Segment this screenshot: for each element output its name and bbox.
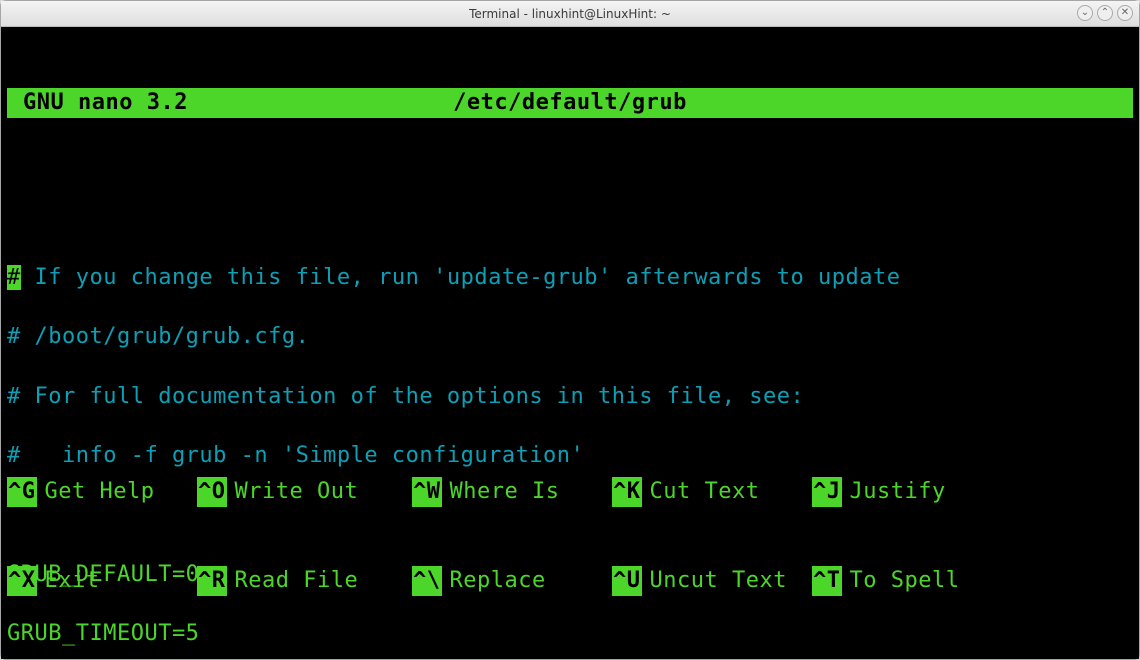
window-title: Terminal - linuxhint@LinuxHint: ~ (469, 7, 671, 21)
shortcut-key: ^\ (412, 566, 442, 596)
shortcut-key: ^J (812, 477, 842, 507)
nano-header-bar: GNU nano 3.2 /etc/default/grub (7, 88, 1133, 118)
shortcut-row: ^XExit ^RRead File ^\Replace ^UUncut Tex… (7, 566, 1133, 596)
shortcut-get-help[interactable]: ^GGet Help (7, 477, 197, 507)
shortcut-label: Read File (227, 566, 359, 596)
window-controls: ⌄ ⌃ ✕ (1077, 5, 1133, 21)
shortcut-to-spell[interactable]: ^TTo Spell (812, 566, 1012, 596)
cursor: # (7, 265, 21, 290)
shortcut-label: Where Is (442, 477, 560, 507)
shortcut-read-file[interactable]: ^RRead File (197, 566, 412, 596)
close-icon: ✕ (1121, 8, 1129, 18)
shortcut-key: ^K (612, 477, 642, 507)
shortcut-label: To Spell (842, 566, 960, 596)
editor-line[interactable]: # If you change this file, run 'update-g… (7, 263, 1133, 293)
shortcut-exit[interactable]: ^XExit (7, 566, 197, 596)
shortcut-label: Write Out (227, 477, 359, 507)
shortcut-key: ^T (812, 566, 842, 596)
shortcut-where-is[interactable]: ^WWhere Is (412, 477, 612, 507)
shortcut-key: ^R (197, 566, 227, 596)
shortcut-label: Get Help (37, 477, 155, 507)
shortcut-write-out[interactable]: ^OWrite Out (197, 477, 412, 507)
shortcut-label: Cut Text (642, 477, 760, 507)
shortcut-uncut-text[interactable]: ^UUncut Text (612, 566, 812, 596)
shortcut-key: ^W (412, 477, 442, 507)
shortcut-key: ^O (197, 477, 227, 507)
maximize-icon: ⌃ (1101, 8, 1109, 18)
window-titlebar[interactable]: Terminal - linuxhint@LinuxHint: ~ ⌄ ⌃ ✕ (1, 1, 1139, 27)
shortcut-justify[interactable]: ^JJustify (812, 477, 1012, 507)
minimize-button[interactable]: ⌄ (1077, 5, 1093, 21)
shortcut-row: ^GGet Help ^OWrite Out ^WWhere Is ^KCut … (7, 477, 1133, 507)
shortcut-key: ^G (7, 477, 37, 507)
shortcut-label: Justify (842, 477, 946, 507)
editor-line[interactable]: # /boot/grub/grub.cfg. (7, 322, 1133, 352)
shortcut-key: ^X (7, 566, 37, 596)
minimize-icon: ⌄ (1081, 8, 1089, 18)
nano-shortcut-bar: ^GGet Help ^OWrite Out ^WWhere Is ^KCut … (7, 418, 1133, 656)
nano-filename: /etc/default/grub (1, 88, 1139, 118)
shortcut-label: Exit (37, 566, 100, 596)
maximize-button[interactable]: ⌃ (1097, 5, 1113, 21)
comment-text: If you change this file, run 'update-gru… (21, 265, 901, 290)
terminal-window: Terminal - linuxhint@LinuxHint: ~ ⌄ ⌃ ✕ … (0, 0, 1140, 660)
shortcut-replace[interactable]: ^\Replace (412, 566, 612, 596)
terminal-viewport[interactable]: GNU nano 3.2 /etc/default/grub # If you … (1, 27, 1139, 659)
shortcut-cut-text[interactable]: ^KCut Text (612, 477, 812, 507)
editor-line[interactable]: # For full documentation of the options … (7, 382, 1133, 412)
shortcut-key: ^U (612, 566, 642, 596)
shortcut-label: Uncut Text (642, 566, 787, 596)
close-button[interactable]: ✕ (1117, 5, 1133, 21)
shortcut-label: Replace (442, 566, 546, 596)
